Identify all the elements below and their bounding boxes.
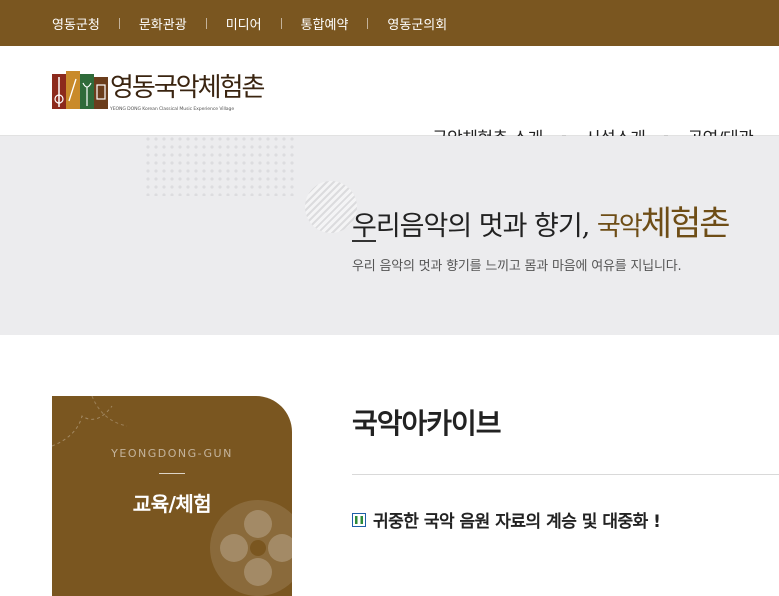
top-link-culture-tourism[interactable]: 문화관광 <box>139 14 187 33</box>
flower-emblem-icon <box>210 500 292 596</box>
hero-banner: 우리음악의 멋과 향기, 국악체험촌 우리 음악의 멋과 향기를 느끼고 몸과 … <box>0 136 779 335</box>
top-link-item: 미디어 <box>226 14 301 33</box>
sidebar-panel: YEONGDONG-GUN 교육/체험 <box>52 396 292 596</box>
hero-title: 우리음악의 멋과 향기, 국악체험촌 <box>352 196 731 245</box>
top-utility-bar: 영동군청 문화관광 미디어 통합예약 영동군의회 <box>0 0 779 46</box>
top-link-county-council[interactable]: 영동군의회 <box>387 14 447 33</box>
sidebar-divider <box>159 473 185 474</box>
top-link-item: 문화관광 <box>139 14 226 33</box>
divider <box>205 17 207 29</box>
sidebar-eng-label: YEONGDONG-GUN <box>111 447 233 460</box>
divider <box>367 17 369 29</box>
site-logo[interactable]: 영동국악체험촌 YEONG DONG Korean Classical Musi… <box>52 71 265 115</box>
hero-decorative-circle <box>305 181 357 233</box>
logo-title: 영동국악체험촌 <box>110 73 265 103</box>
hero-dot-pattern <box>145 136 295 196</box>
top-link-item: 통합예약 <box>301 14 388 33</box>
top-link-item: 영동군청 <box>52 14 139 33</box>
top-link-county-office[interactable]: 영동군청 <box>52 14 100 33</box>
top-link-reservation[interactable]: 통합예약 <box>301 14 349 33</box>
page-title: 국악아카이브 <box>352 407 502 440</box>
hero-title-accent: 국악체험촌 <box>596 204 731 244</box>
title-divider <box>352 474 779 475</box>
section-subheading: 귀중한 국악 음원 자료의 계승 및 대중화 ! <box>352 507 661 532</box>
logo-emblem-icon <box>52 71 108 109</box>
subheading-text: 귀중한 국악 음원 자료의 계승 및 대중화 ! <box>373 512 661 532</box>
square-bullet-icon <box>352 512 366 527</box>
top-links: 영동군청 문화관광 미디어 통합예약 영동군의회 <box>52 0 447 46</box>
site-header: 영동국악체험촌 YEONG DONG Korean Classical Musi… <box>0 46 779 149</box>
divider <box>280 17 282 29</box>
hero-subtitle: 우리 음악의 멋과 향기를 느끼고 몸과 마음에 여유를 지닙니다. <box>352 259 682 274</box>
logo-subtitle: YEONG DONG Korean Classical Music Experi… <box>110 107 235 112</box>
hero-title-prefix: 우리음악의 멋과 향기, <box>352 211 590 242</box>
top-link-item: 영동군의회 <box>387 14 447 33</box>
top-link-media[interactable]: 미디어 <box>226 14 262 33</box>
divider <box>118 17 120 29</box>
hero-underline <box>352 240 376 242</box>
hero-title-accent-part: 체험촌 <box>640 204 731 244</box>
hero-title-accent-part: 국악 <box>596 212 643 242</box>
